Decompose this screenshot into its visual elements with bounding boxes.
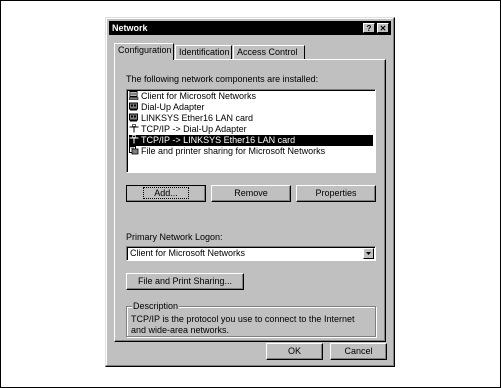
list-item-label: TCP/IP -> LINKSYS Ether16 LAN card (141, 135, 296, 145)
components-listbox[interactable]: Client for Microsoft Networks Dial-Up Ad… (126, 89, 376, 173)
tab-configuration[interactable]: Configuration (114, 43, 174, 60)
list-item[interactable]: TCP/IP -> Dial-Up Adapter (129, 124, 373, 135)
primary-logon-select[interactable]: Client for Microsoft Networks (126, 246, 376, 261)
adapter-icon (129, 113, 139, 122)
list-item-selected[interactable]: TCP/IP -> LINKSYS Ether16 LAN card (129, 135, 373, 146)
service-icon (129, 146, 139, 155)
close-button[interactable]: ✕ (377, 23, 389, 33)
list-item-label: LINKSYS Ether16 LAN card (141, 113, 254, 123)
list-item-label: Dial-Up Adapter (141, 102, 205, 112)
adapter-icon (129, 102, 139, 111)
network-dialog: Network ? ✕ Configuration Identification… (105, 17, 395, 367)
remove-button[interactable]: Remove (211, 185, 291, 202)
add-button-label: Add... (143, 187, 189, 199)
list-item[interactable]: Client for Microsoft Networks (128, 91, 373, 102)
file-print-sharing-button[interactable]: File and Print Sharing... (126, 273, 244, 290)
tab-identification[interactable]: Identification (175, 45, 232, 59)
protocol-icon (129, 135, 139, 144)
primary-logon-label: Primary Network Logon: (126, 232, 223, 242)
configuration-panel: The following network components are ins… (114, 59, 386, 342)
list-item-label: TCP/IP -> Dial-Up Adapter (141, 124, 247, 134)
dropdown-arrow-icon[interactable] (363, 248, 374, 259)
list-item[interactable]: Dial-Up Adapter (129, 102, 373, 113)
dialog-title: Network (112, 23, 148, 33)
add-button[interactable]: Add... (126, 185, 206, 202)
description-legend: Description (132, 301, 180, 311)
list-item-label: File and printer sharing for Microsoft N… (141, 146, 326, 156)
client-icon (128, 91, 139, 100)
list-item[interactable]: File and printer sharing for Microsoft N… (129, 146, 373, 157)
description-text: TCP/IP is the protocol you use to connec… (131, 314, 355, 335)
help-button[interactable]: ? (363, 23, 375, 33)
cancel-button[interactable]: Cancel (330, 343, 387, 360)
components-label: The following network components are ins… (126, 74, 319, 84)
protocol-icon (129, 124, 139, 133)
description-group: Description TCP/IP is the protocol you u… (126, 301, 376, 337)
list-item-label: Client for Microsoft Networks (141, 91, 257, 101)
title-bar[interactable]: Network ? ✕ (109, 21, 391, 35)
ok-button[interactable]: OK (266, 343, 323, 360)
list-item[interactable]: LINKSYS Ether16 LAN card (129, 113, 373, 124)
primary-logon-value: Client for Microsoft Networks (130, 248, 246, 258)
properties-button[interactable]: Properties (296, 185, 376, 202)
tab-access-control[interactable]: Access Control (233, 45, 305, 59)
